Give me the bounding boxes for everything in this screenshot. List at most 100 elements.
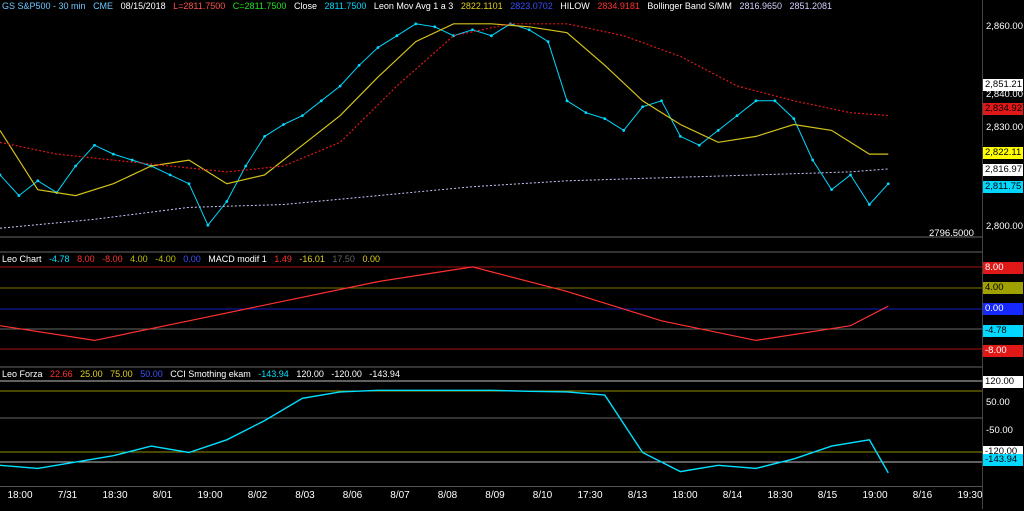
time-tick-label: 18:30 (102, 490, 128, 501)
time-axis-line (0, 486, 982, 487)
leo-forza-v2: 25.00 (80, 369, 103, 379)
price-tag-hilow: 2,834.92 (983, 103, 1023, 115)
time-tick-label: 8/10 (532, 490, 553, 501)
bb-label: Bollinger Band S/MM (647, 1, 732, 11)
close-point (93, 143, 96, 147)
cci-v3: -120.00 (331, 369, 362, 379)
macd-label: MACD modif 1 (208, 254, 267, 264)
time-tick-label: 8/16 (912, 490, 933, 501)
osc2-tick: -50.00 (986, 425, 1013, 436)
cci-v4: -143.94 (369, 369, 400, 379)
leo-forza-header: Leo Forza 22.66 25.00 75.00 50.00 CCI Sm… (2, 369, 405, 380)
close-point (319, 99, 323, 103)
close-point (74, 164, 77, 168)
close-point (130, 158, 134, 162)
osc2-tick: 50.00 (986, 397, 1010, 408)
close-point (471, 28, 474, 32)
series-line-close (0, 23, 889, 227)
close-point (395, 34, 399, 38)
time-tick-label: 8/13 (627, 490, 648, 501)
price-level-label: 2796.5000 (929, 228, 974, 239)
time-tick-label: 8/06 (342, 490, 363, 501)
close-point (660, 99, 663, 103)
osc1-tag-mid-upper: 4.00 (983, 282, 1023, 294)
symbol-label: GS S&P500 - 30 min (2, 1, 86, 11)
close-point (849, 173, 852, 177)
leo-chart-header: Leo Chart -4.78 8.00 -8.00 4.00 -4.00 0.… (2, 254, 385, 265)
macd-v2: -16.01 (299, 254, 325, 264)
time-tick-label: 18:00 (7, 490, 33, 501)
price-tag-close: 2,811.75 (983, 181, 1023, 193)
time-tick-label: 8/02 (247, 490, 268, 501)
exchange-label: CME (93, 1, 114, 11)
series-line-hilow (0, 23, 889, 173)
close-point (735, 114, 739, 118)
close-point (603, 117, 607, 120)
hilow-label: HILOW (560, 1, 590, 11)
close-point (679, 134, 682, 138)
osc2-tag-current: -143.94 (983, 454, 1023, 466)
close-point (641, 105, 644, 109)
close-point (622, 129, 626, 132)
close-point (830, 188, 833, 192)
price-tick: 2,860.00 (986, 21, 1023, 32)
close-point (263, 134, 266, 138)
macd-v4: 0.00 (362, 254, 380, 264)
time-tick-label: 8/07 (390, 490, 410, 501)
time-tick-label: 8/09 (485, 490, 505, 501)
leo-forza-label: Leo Forza (2, 369, 43, 379)
close-point (565, 99, 569, 103)
cci-label: CCI Smothing ekam (170, 369, 251, 379)
leo-chart-v1: -4.78 (49, 254, 70, 264)
close-eq-label: C=2811.7500 (232, 1, 287, 11)
close-point (490, 34, 493, 38)
close-value: 2811.7500 (324, 1, 367, 11)
time-tick-label: 19:30 (957, 490, 983, 501)
price-tag-ma: 2,822.11 (983, 147, 1023, 159)
leo-forza-v1: 22.66 (50, 369, 73, 379)
close-point (546, 40, 550, 44)
time-tick-label: 8/01 (152, 490, 173, 501)
price-tick: 2,800.00 (986, 221, 1023, 232)
close-point (244, 164, 248, 168)
price-panel-header: GS S&P500 - 30 min CME 08/15/2018 L=2811… (2, 1, 837, 12)
mov-avg-2: 2823.0702 (510, 1, 553, 11)
price-tag-bb-lower: 2,816.97 (983, 164, 1023, 176)
close-point (206, 223, 210, 227)
osc1-tag-lower: -8.00 (983, 345, 1023, 357)
leo-chart-label: Leo Chart (2, 254, 42, 264)
close-point (17, 194, 21, 197)
close-point (754, 99, 758, 103)
hilow-value: 2834.9181 (597, 1, 640, 11)
close-point (868, 203, 871, 206)
time-tick-label: 8/14 (722, 490, 743, 501)
time-tick-label: 17:30 (577, 490, 603, 501)
close-point (716, 129, 720, 132)
mov-avg-label: Leon Mov Avg 1 a 3 (373, 1, 454, 11)
close-point (376, 46, 380, 49)
osc2-tag-upper: 120.00 (983, 376, 1023, 388)
close-point (187, 182, 191, 186)
leo-chart-v3: -8.00 (102, 254, 123, 264)
close-point (225, 200, 229, 203)
close-point (773, 99, 777, 103)
bb-value-1: 2816.9650 (739, 1, 782, 11)
leo-chart-v5: -4.00 (155, 254, 176, 264)
close-point (433, 25, 437, 29)
time-tick-label: 8/03 (295, 490, 315, 501)
osc1-tag-current: -4.78 (983, 325, 1023, 337)
close-point (282, 123, 285, 126)
macd-v1: 1.49 (274, 254, 292, 264)
leo-forza-v4: 50.00 (140, 369, 163, 379)
mov-avg-1: 2822.1101 (460, 1, 503, 11)
close-point (36, 179, 40, 183)
price-tick: 2,830.00 (986, 122, 1023, 133)
time-tick-label: 18:30 (767, 490, 793, 501)
leo-chart-v6: 0.00 (183, 254, 201, 264)
bb-value-2: 2851.2081 (789, 1, 833, 11)
close-point (357, 63, 361, 67)
close-point (338, 84, 342, 88)
close-point (886, 182, 890, 186)
leo-forza-v3: 75.00 (110, 369, 133, 379)
close-label: Close (293, 1, 317, 11)
